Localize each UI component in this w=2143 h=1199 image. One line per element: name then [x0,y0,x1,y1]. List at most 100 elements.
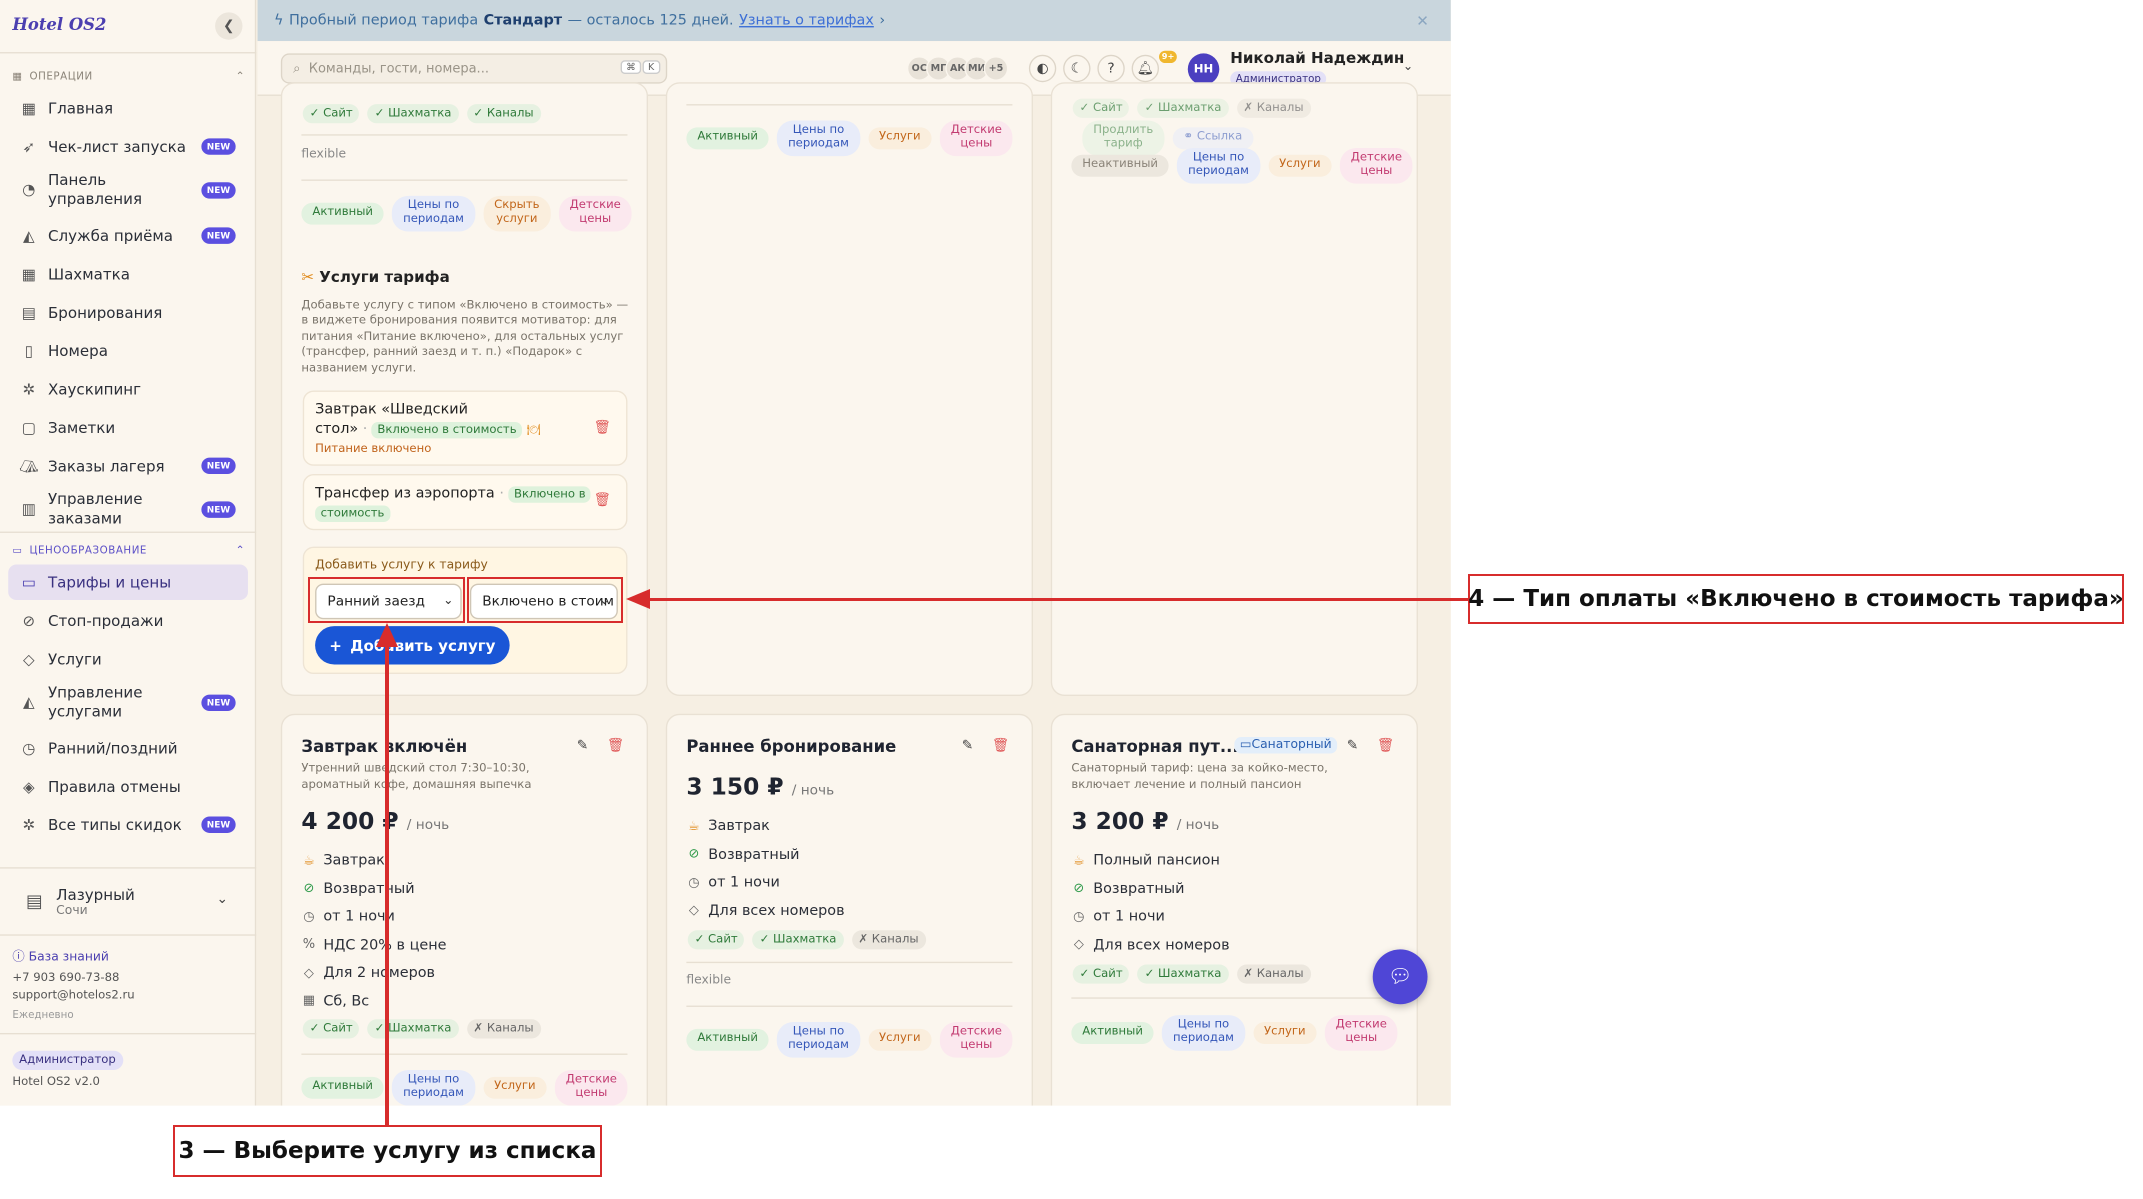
feature-icon: ◇ [303,965,314,981]
feature-icon: ▦ [302,993,316,1009]
services-button[interactable]: Услуги [483,1076,547,1099]
tariff-title: Раннее бронирование [686,737,897,757]
tariff-actions: Активный Цены по периодам Услуги Детские ц… [301,1069,628,1105]
feature-icon: ☕︎ [688,818,700,834]
utensils-icon: ✂ [301,268,315,287]
arrow-line [650,598,1468,601]
meal-included-note: Питание включено [315,442,432,457]
tariff-feature: ⊘ Возвратный [301,880,414,896]
cancellation-type: flexible [301,147,347,162]
tariff-actions: Активный Цены по периодам Услуги Детские ц… [686,1022,1013,1057]
arrow-line [385,646,389,1125]
channel-chips: ✓ Сайт ✓ Шахматка ✗ Каналы [1072,98,1311,118]
tariff-description: Утренний шведский стол 7:30–10:30, аромат… [301,761,532,792]
add-service-label: Добавить услугу к тарифу [315,558,488,573]
period-prices-button[interactable]: Цены по периодам [392,195,475,231]
trash-icon[interactable]: 🗑︎ [1377,738,1394,753]
tariff-feature: ☕︎ Полный пансион [1073,852,1220,869]
period-prices-button[interactable]: Цены по периодам [777,120,860,156]
tariff-feature: ⊘ Возвратный [1071,880,1184,896]
feature-icon: ☕︎ [303,852,315,868]
cancellation-type: flexible [686,974,732,988]
kids-prices-button[interactable]: Детские цены [558,195,632,231]
tariff-feature: ◇ Для 2 номеров [301,964,435,980]
period-prices-button[interactable]: Цены по периодам [1162,1015,1245,1051]
callout-step3: 3 — Выберите услугу из списка [173,1125,602,1177]
callout-step4: 4 — Тип оплаты «Включено в стоимость тар… [1468,574,2124,624]
channel-chips: ✓ Сайт ✓ Шахматка ✗ Каналы [687,930,926,950]
feature-icon: ◷ [1073,908,1085,925]
tariff-feature: ⊘ Возвратный [686,846,799,862]
period-prices-button[interactable]: Цены по периодам [777,1022,860,1057]
feature-icon: ⊘ [303,880,315,896]
services-button[interactable]: Услуги [868,1028,932,1051]
tariff-feature: ◇ Для всех номеров [686,902,845,918]
tariff-actions: Активный Цены по периодам Скрыть услуги Де… [301,195,632,231]
status-badge[interactable]: Активный [1071,1021,1154,1044]
feature-icon: ◷ [303,908,315,925]
services-panel-description: Добавьте услугу с типом «Включено в стои… [301,298,629,376]
bed-icon: ▭ [1239,738,1252,753]
kids-prices-button[interactable]: Детские цены [939,120,1013,156]
tariff-feature: ◷ от 1 ночи [303,908,395,925]
plus-icon: + [329,636,342,655]
tariff-actions: Активный Цены по периодам Услуги Детские ц… [686,120,1013,156]
tariff-feature: ▦ Сб, Вс [302,992,370,1010]
trash-icon[interactable]: 🗑︎ [992,738,1009,753]
kids-prices-button[interactable]: Детские цены [554,1069,628,1105]
trash-icon[interactable]: 🗑︎ [607,738,624,753]
trash-icon[interactable]: 🗑︎ [594,493,611,508]
tariff-feature: ☕︎ Завтрак [303,852,385,869]
link-icon: ⚭ [1183,129,1194,144]
add-service-button[interactable]: + Добавить услугу [315,626,510,665]
divider [301,134,628,136]
tariff-actions: Неактивный Цены по периодам Услуги Детски… [1071,147,1413,183]
service-item: Трансфер из аэропорта · Включено в стоимо… [302,474,628,531]
tariff-actions: Активный Цены по периодам Услуги Детские ц… [1071,1015,1398,1051]
status-badge[interactable]: Активный [301,1076,384,1099]
period-prices-button[interactable]: Цены по периодам [1177,147,1260,183]
sanatorium-badge: ▭Санаторный [1234,737,1338,754]
link-button[interactable]: ⚭ Ссылка [1172,127,1254,149]
included-badge: Включено в стоимость [371,422,523,439]
status-badge[interactable]: Активный [686,127,769,149]
tariff-feature: ◷ от 1 ночи [1073,908,1165,925]
services-button[interactable]: Услуги [1253,1021,1317,1044]
meal-icon: 🍽︎ [526,423,541,436]
app-window: Hotel OS2 ❮ ▦ ОПЕРАЦИИ ⌃ ▦ Главная ➶ Чек-лист… [0,0,1451,1106]
status-badge[interactable]: Неактивный [1071,154,1169,177]
kids-prices-button[interactable]: Детские цены [1339,147,1413,183]
divider [1071,997,1398,999]
divider [686,961,1013,964]
service-item: Завтрак «Шведский стол» · Включено в стои… [302,390,628,466]
trash-icon[interactable]: 🗑︎ [594,421,611,436]
hide-services-button[interactable]: Скрыть услуги [483,195,551,231]
highlight-payment-type [467,577,623,623]
services-button[interactable]: Услуги [1268,154,1332,177]
feature-icon: % [302,937,316,953]
edit-icon[interactable]: ✎ [962,738,973,753]
feature-icon: ◇ [688,902,699,918]
arrow-head-icon [626,589,650,609]
chat-button[interactable]: 💬︎ [1372,949,1428,1005]
feature-icon: ◷ [688,874,700,890]
tariff-description: Санаторный тариф: цена за койко-место, вк… [1071,761,1328,792]
kids-prices-button[interactable]: Детские цены [939,1022,1013,1057]
status-badge[interactable]: Активный [686,1028,769,1051]
edit-icon[interactable]: ✎ [577,738,588,753]
divider [301,1053,628,1055]
services-button[interactable]: Услуги [868,127,932,149]
divider [686,1005,1013,1007]
divider [686,104,1013,106]
status-badge[interactable]: Активный [301,202,384,225]
feature-icon: ◇ [1073,937,1084,953]
tariff-price: 4 200 ₽ / ночь [301,808,450,836]
edit-icon[interactable]: ✎ [1347,738,1358,753]
included-badge: Включено в [508,486,592,503]
channel-chips: ✓ Сайт ✓ Шахматка ✓ Каналы [302,104,541,124]
feature-icon: ⊘ [688,846,700,862]
period-prices-button[interactable]: Цены по периодам [392,1069,475,1105]
tariff-price: 3 200 ₽ / ночь [1071,808,1220,836]
kids-prices-button[interactable]: Детские цены [1324,1015,1398,1051]
tariffs-grid: ✓ Сайт ✓ Шахматка ✓ Каналы flexible Акти… [0,0,1451,1106]
